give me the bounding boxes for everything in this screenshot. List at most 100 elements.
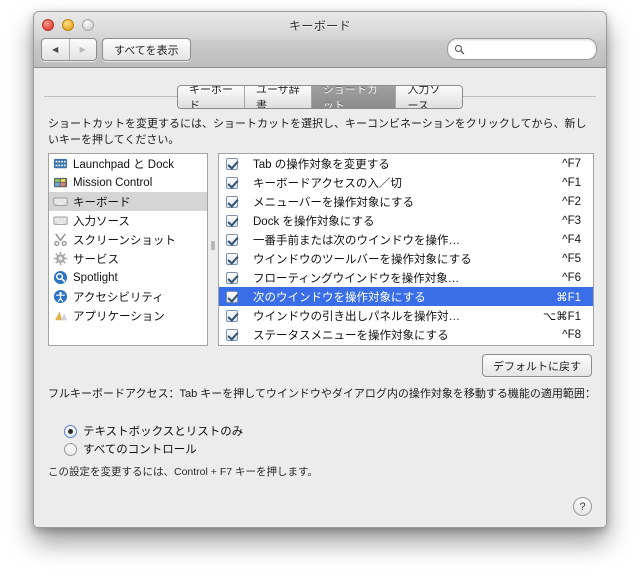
input-sources-icon [53, 216, 68, 225]
shortcut-row[interactable]: ステータスメニューを操作対象にする ^F8 [219, 325, 593, 344]
tab-3[interactable]: 入力ソース [396, 86, 462, 108]
shortcut-key[interactable]: ⌘F1 [556, 290, 581, 304]
services-gear-icon [53, 251, 68, 266]
shortcut-key[interactable]: ^F8 [562, 329, 581, 341]
search-field[interactable] [447, 38, 597, 60]
launchpad-icon [53, 158, 68, 169]
sidebar-item-label: キーボード [73, 196, 131, 209]
shortcut-row[interactable]: メニューバーを操作対象にする ^F2 [219, 192, 593, 211]
sidebar-item-label: 入力ソース [73, 215, 130, 228]
shortcut-key[interactable]: ^F4 [562, 234, 581, 246]
shortcut-label: ウインドウの引き出しパネルを操作対… [253, 310, 460, 323]
sidebar-item-8[interactable]: アプリケーション [49, 306, 207, 325]
shortcut-row[interactable]: ウインドウの引き出しパネルを操作対… ⌥⌘F1 [219, 306, 593, 325]
show-all-button[interactable]: すべてを表示 [102, 38, 191, 61]
sidebar-item-label: アプリケーション [73, 310, 165, 323]
sidebar-item-1[interactable]: Mission Control [49, 173, 207, 192]
preference-pane-body: キーボード ユーザ辞書 ショートカット 入力ソース ショートカットを変更するには、ショ… [34, 68, 606, 527]
sidebar-item-2[interactable]: キーボード [49, 192, 207, 211]
radio-option-all-controls[interactable]: すべてのコントロール [64, 441, 197, 457]
sidebar-item-0[interactable]: Launchpad と Dock [49, 154, 207, 173]
shortcut-key[interactable]: ^F7 [562, 158, 581, 170]
shortcut-row[interactable]: フローティングウインドウを操作対象… ^F6 [219, 268, 593, 287]
sidebar-item-label: サービス [73, 253, 119, 266]
window-title: キーボード [288, 19, 351, 33]
shortcut-key[interactable]: ^F3 [562, 215, 581, 227]
sidebar-item-label: スクリーンショット [73, 234, 176, 247]
shortcut-label: 次のウインドウを操作対象にする [253, 291, 426, 304]
sidebar-item-5[interactable]: サービス [49, 249, 207, 268]
sidebar-item-label: Mission Control [73, 176, 153, 189]
shortcut-checkbox[interactable] [226, 176, 238, 189]
navigation-segmented-control[interactable]: ◀ ▶ [41, 38, 97, 61]
shortcut-checkbox[interactable] [226, 233, 238, 246]
shortcut-row[interactable]: 一番手前または次のウインドウを操作… ^F4 [219, 230, 593, 249]
sidebar-item-label: Launchpad と Dock [73, 158, 175, 171]
shortcut-key[interactable]: ^F6 [562, 272, 581, 284]
forward-button[interactable]: ▶ [70, 39, 97, 60]
radio-label: すべてのコントロール [83, 444, 197, 456]
control-f7-hint: この設定を変更するには、Control + F7 キーを押します。 [48, 466, 318, 478]
shortcuts-split-view: Launchpad と Dock Mission Control キーボード入力ソー… [48, 153, 594, 346]
split-view-divider[interactable] [210, 153, 216, 346]
shortcut-list[interactable]: Tab の操作対象を変更する ^F7 キーボードアクセスの入／切 ^F1 メニューバーを… [218, 153, 594, 346]
search-input[interactable] [469, 42, 583, 56]
restore-defaults-button[interactable]: デフォルトに戻す [482, 354, 592, 377]
sidebar-item-label: Spotlight [73, 271, 118, 284]
system-preferences-window: キーボード ◀ ▶ すべてを表示 キーボード ユーザ辞書 ショートカット 入力ソース … [33, 11, 607, 528]
radio-label: テキストボックスとリストのみ [83, 426, 244, 438]
shortcut-checkbox[interactable] [226, 214, 238, 227]
window-titlebar: キーボード ◀ ▶ すべてを表示 [34, 12, 606, 68]
screenshot-icon [54, 233, 67, 247]
shortcut-key[interactable]: ^F2 [562, 196, 581, 208]
keyboard-icon [53, 197, 68, 206]
tab-group[interactable]: キーボード ユーザ辞書 ショートカット 入力ソース [177, 85, 463, 109]
tab-1[interactable]: ユーザ辞書 [245, 86, 312, 108]
full-keyboard-access-description: フルキーボードアクセス：Tab キーを押してウインドウやダイアログ内の操作対象を… [48, 388, 596, 400]
shortcut-key[interactable]: ⌥⌘F1 [543, 309, 581, 323]
sidebar-item-4[interactable]: スクリーンショット [49, 230, 207, 249]
sidebar-item-label: アクセシビリティ [73, 291, 164, 304]
shortcut-row[interactable]: キーボードアクセスの入／切 ^F1 [219, 173, 593, 192]
shortcut-label: ウインドウのツールバーを操作対象にする [253, 253, 472, 266]
help-button[interactable]: ? [573, 497, 592, 516]
sidebar-item-7[interactable]: アクセシビリティ [49, 287, 207, 306]
radio-indicator [64, 424, 77, 438]
shortcut-label: キーボードアクセスの入／切 [253, 177, 402, 190]
shortcut-checkbox[interactable] [226, 328, 238, 341]
shortcut-checkbox[interactable] [226, 195, 238, 208]
sidebar-item-6[interactable]: Spotlight [49, 268, 207, 287]
tab-0[interactable]: キーボード [178, 86, 245, 108]
shortcut-row[interactable]: Dock を操作対象にする ^F3 [219, 211, 593, 230]
shortcut-label: フローティングウインドウを操作対象… [253, 272, 460, 285]
shortcut-checkbox[interactable] [226, 271, 238, 284]
shortcut-checkbox[interactable] [226, 309, 238, 322]
shortcut-checkbox[interactable] [226, 157, 238, 170]
splitter-grip-icon [211, 241, 215, 250]
instruction-text: ショートカットを変更するには、ショートカットを選択し、キーコンビネーションをクリ… [48, 118, 587, 146]
mission-control-icon [53, 177, 68, 188]
shortcut-checkbox[interactable] [226, 290, 238, 303]
shortcut-label: Tab の操作対象を変更する [253, 158, 390, 171]
shortcut-row[interactable]: 次のウインドウを操作対象にする ⌘F1 [219, 287, 593, 306]
accessibility-icon [53, 289, 68, 304]
shortcut-row[interactable]: ウインドウのツールバーを操作対象にする ^F5 [219, 249, 593, 268]
shortcut-label: 一番手前または次のウインドウを操作… [253, 234, 460, 247]
sidebar-item-3[interactable]: 入力ソース [49, 211, 207, 230]
applications-icon [54, 311, 68, 321]
tab-bar: キーボード ユーザ辞書 ショートカット 入力ソース [34, 85, 606, 109]
category-list[interactable]: Launchpad と Dock Mission Control キーボード入力ソー… [48, 153, 208, 346]
back-button[interactable]: ◀ [42, 39, 70, 60]
shortcut-key[interactable]: ^F1 [562, 177, 581, 189]
radio-option-textboxes-and-lists[interactable]: テキストボックスとリストのみ [64, 423, 243, 439]
shortcut-row[interactable]: Tab の操作対象を変更する ^F7 [219, 154, 593, 173]
shortcut-label: メニューバーを操作対象にする [253, 196, 414, 209]
shortcut-checkbox[interactable] [226, 252, 238, 265]
shortcut-key[interactable]: ^F5 [562, 253, 581, 265]
shortcut-label: ステータスメニューを操作対象にする [253, 329, 449, 342]
shortcut-label: Dock を操作対象にする [253, 215, 375, 228]
tab-2[interactable]: ショートカット [311, 86, 397, 108]
spotlight-icon [53, 270, 68, 285]
search-icon [454, 44, 465, 54]
radio-indicator [64, 442, 77, 456]
